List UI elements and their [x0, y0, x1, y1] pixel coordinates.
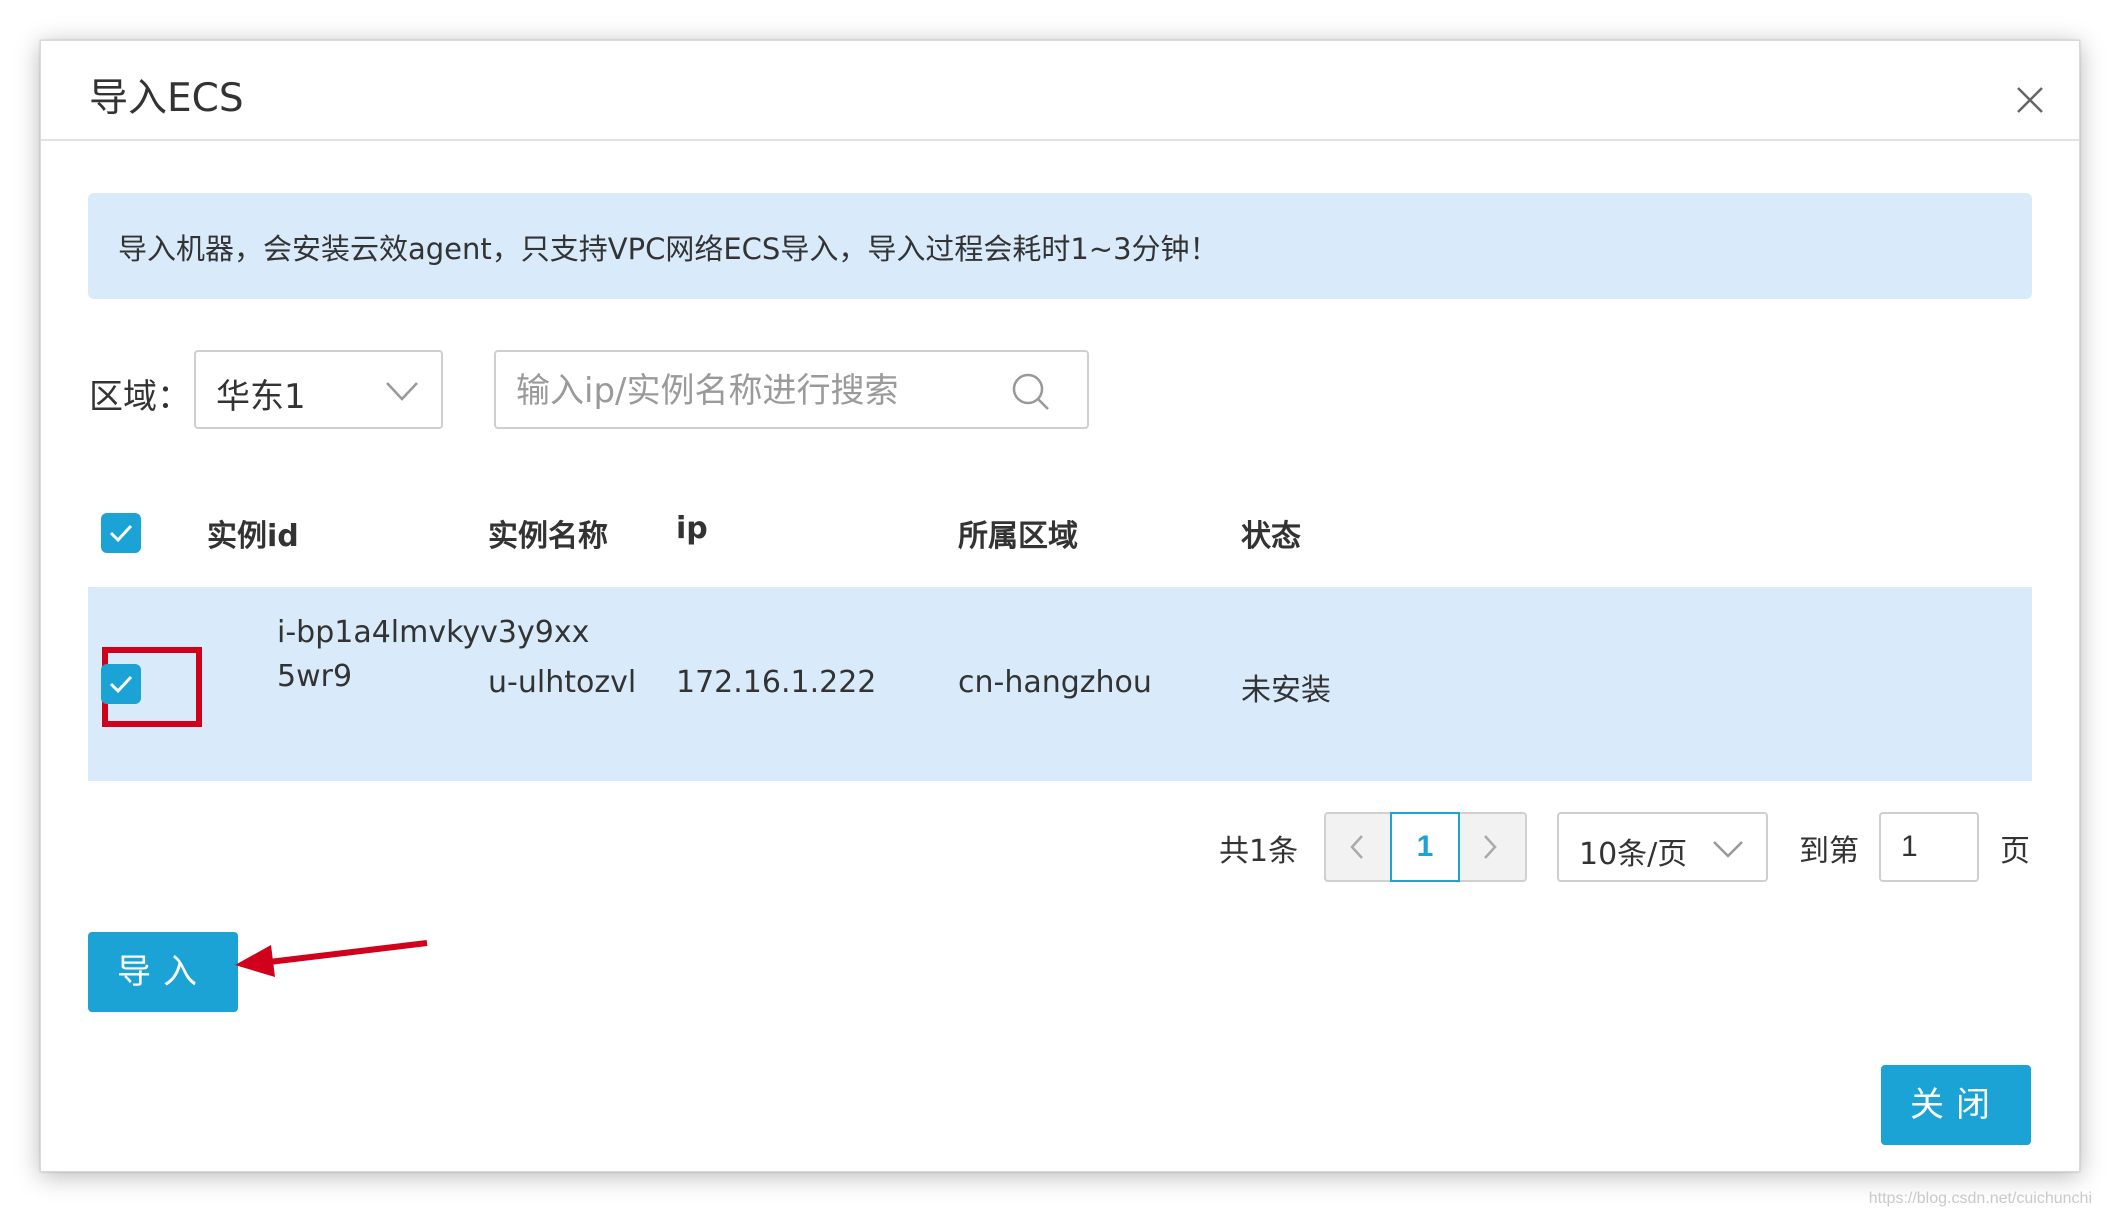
cell-status: 未安装: [1241, 673, 1331, 708]
chevron-down-icon: [386, 382, 418, 401]
pagination-total: 共1条: [1219, 834, 1299, 869]
goto-page-input[interactable]: [1879, 812, 1979, 882]
check-icon: [109, 524, 133, 543]
column-header-instance-name: 实例名称: [488, 519, 608, 554]
page-size-select[interactable]: 10条/页: [1557, 812, 1768, 882]
select-all-checkbox[interactable]: [101, 513, 141, 553]
watermark: https://blog.csdn.net/cuichunchi: [1868, 1190, 2092, 1207]
page-unit-label: 页: [2000, 834, 2030, 869]
chevron-right-icon: [1484, 835, 1497, 859]
column-header-region: 所属区域: [958, 519, 1078, 554]
import-ecs-dialog: 导入ECS 导入机器，会安装云效agent，只支持VPC网络ECS导入，导入过程…: [40, 40, 2080, 1172]
cell-region: cn-hangzhou: [958, 665, 1152, 700]
current-page-button[interactable]: 1: [1390, 812, 1460, 882]
search-icon[interactable]: [1011, 372, 1051, 412]
goto-label: 到第: [1799, 834, 1859, 869]
close-button[interactable]: 关闭: [1881, 1065, 2031, 1145]
row-checkbox[interactable]: [101, 664, 141, 704]
region-select-value: 华东1: [216, 377, 306, 417]
region-select[interactable]: 华东1: [194, 350, 443, 429]
dialog-title: 导入ECS: [89, 76, 244, 121]
chevron-left-icon: [1350, 835, 1363, 859]
search-input[interactable]: [514, 362, 1008, 420]
region-label: 区域：: [89, 377, 191, 417]
column-header-instance-id: 实例id: [207, 519, 299, 554]
cell-ip: 172.16.1.222: [676, 665, 877, 700]
notice-text: 导入机器，会安装云效agent，只支持VPC网络ECS导入，导入过程会耗时1~3…: [118, 232, 1219, 266]
close-icon[interactable]: [2015, 85, 2045, 115]
column-header-status: 状态: [1241, 519, 1301, 554]
chevron-down-icon: [1713, 841, 1743, 858]
table-row[interactable]: i-bp1a4lmvkyv3y9xx5wr9 u-ulhtozvl 172.16…: [88, 587, 2032, 781]
next-page-button[interactable]: [1459, 814, 1525, 880]
dialog-header: 导入ECS: [41, 41, 2079, 141]
annotation-arrow-icon: [235, 940, 428, 977]
cell-instance-name: u-ulhtozvl: [488, 665, 637, 700]
column-header-ip: ip: [676, 511, 708, 546]
check-icon: [109, 675, 133, 694]
search-box: [494, 350, 1089, 429]
import-button[interactable]: 导入: [88, 932, 238, 1012]
prev-page-button[interactable]: [1326, 814, 1392, 880]
info-notice: 导入机器，会安装云效agent，只支持VPC网络ECS导入，导入过程会耗时1~3…: [88, 193, 2032, 299]
page-size-value: 10条/页: [1579, 837, 1688, 872]
pager: 1: [1324, 812, 1527, 882]
